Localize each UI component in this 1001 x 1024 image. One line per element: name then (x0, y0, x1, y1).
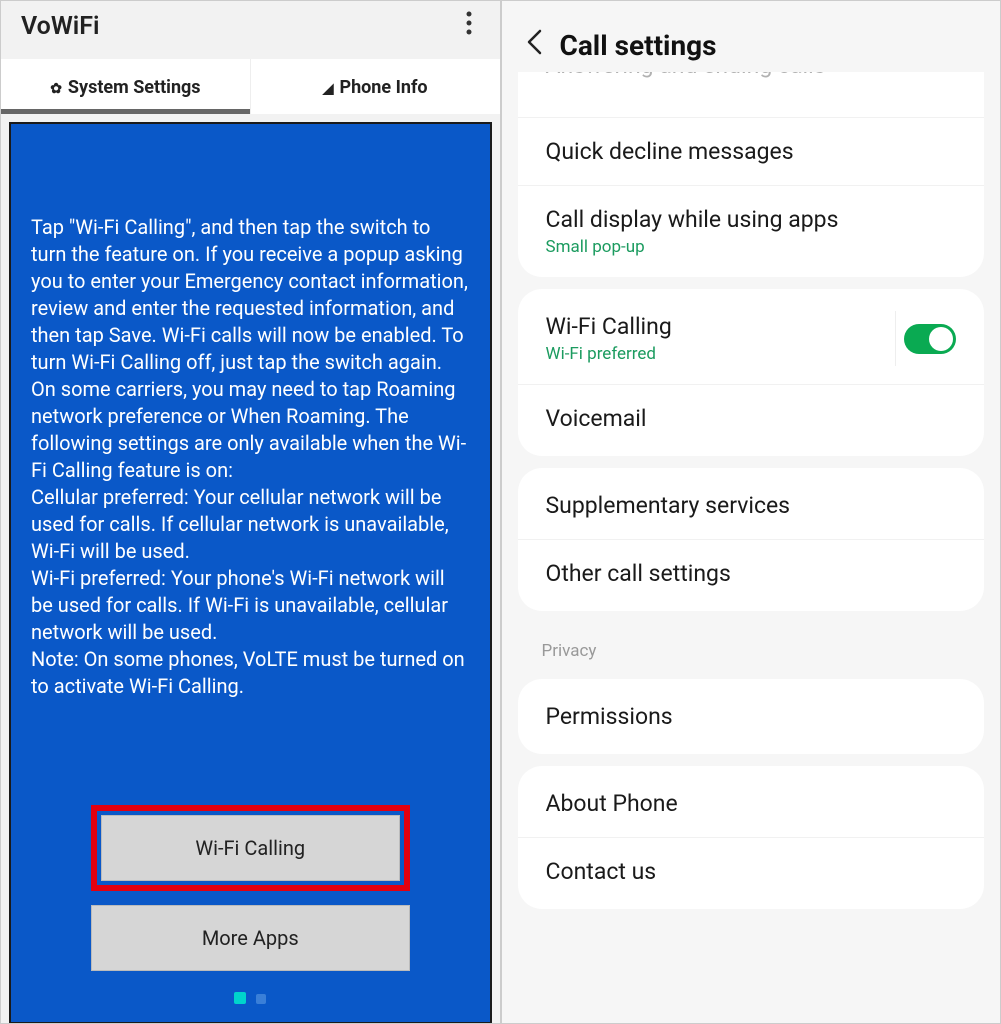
back-icon[interactable] (526, 29, 542, 62)
wifi-calling-toggle[interactable] (904, 324, 956, 354)
pager-dot-inactive (256, 994, 266, 1004)
row-label: Other call settings (546, 560, 731, 587)
tab-phone-info[interactable]: ◢ Phone Info (251, 59, 500, 114)
row-contact-us[interactable]: Contact us (518, 837, 985, 905)
app-title: VoWiFi (21, 12, 100, 41)
row-call-display[interactable]: Call display while using apps Small pop-… (518, 185, 985, 277)
row-about-phone[interactable]: About Phone (518, 770, 985, 837)
row-voicemail[interactable]: Voicemail (518, 384, 985, 452)
row-quick-decline[interactable]: Quick decline messages (518, 117, 985, 185)
row-sublabel: Small pop-up (546, 237, 839, 257)
info-card: Tap "Wi-Fi Calling", and then tap the sw… (9, 122, 492, 1024)
row-label: Supplementary services (546, 492, 791, 519)
section-header-privacy: Privacy (502, 623, 1001, 667)
tab-label: Phone Info (339, 77, 427, 98)
page-indicator (91, 989, 410, 1012)
more-options-icon[interactable] (458, 3, 480, 49)
group-about: About Phone Contact us (518, 766, 985, 909)
row-label: Quick decline messages (546, 138, 794, 165)
group-calling: Wi-Fi Calling Wi-Fi preferred Voicemail (518, 289, 985, 456)
more-apps-button[interactable]: More Apps (91, 905, 410, 971)
tab-label: System Settings (68, 77, 201, 98)
row-answering-cutoff[interactable]: Answering and ending calls (518, 72, 985, 105)
row-sublabel: Wi-Fi preferred (546, 344, 672, 364)
tab-bar: ✿ System Settings ◢ Phone Info (1, 59, 500, 114)
group-privacy: Permissions (518, 679, 985, 754)
row-label: Call display while using apps (546, 206, 839, 233)
row-label: About Phone (546, 790, 678, 817)
group-other: Supplementary services Other call settin… (518, 468, 985, 611)
row-wifi-calling[interactable]: Wi-Fi Calling Wi-Fi preferred (518, 293, 985, 384)
signal-icon: ◢ (323, 81, 334, 97)
tab-system-settings[interactable]: ✿ System Settings (1, 59, 251, 114)
pager-dot-active (234, 992, 246, 1004)
row-supplementary[interactable]: Supplementary services (518, 472, 985, 539)
row-label: Wi-Fi Calling (546, 313, 672, 340)
row-other-settings[interactable]: Other call settings (518, 539, 985, 607)
titlebar: VoWiFi (1, 1, 500, 59)
row-permissions[interactable]: Permissions (518, 683, 985, 750)
call-settings-screen: Call settings Answering and ending calls… (501, 0, 1001, 1024)
row-label: Contact us (546, 858, 657, 885)
button-area: Wi-Fi Calling More Apps (11, 791, 490, 1022)
vowifi-app-screen: VoWiFi ✿ System Settings ◢ Phone Info Tap … (0, 0, 501, 1024)
wifi-calling-button[interactable]: Wi-Fi Calling (101, 815, 400, 881)
header: Call settings (502, 1, 1001, 72)
gear-icon: ✿ (50, 81, 62, 97)
row-label: Permissions (546, 703, 673, 730)
divider (895, 311, 896, 366)
highlight-annotation: Wi-Fi Calling (91, 805, 410, 891)
info-text: Tap "Wi-Fi Calling", and then tap the sw… (31, 214, 470, 700)
page-title: Call settings (560, 29, 717, 62)
row-label: Voicemail (546, 405, 647, 432)
